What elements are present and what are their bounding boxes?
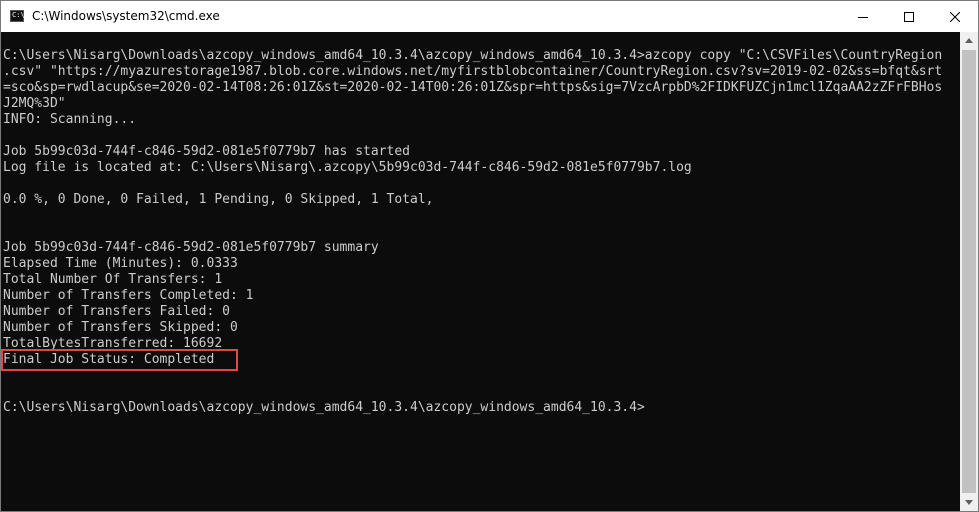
window-title: C:\Windows\system32\cmd.exe xyxy=(32,9,220,23)
app-icon-label: C:\ xyxy=(12,11,25,19)
highlight-box xyxy=(1,349,238,371)
chevron-up-icon xyxy=(965,38,973,43)
console-line: Elapsed Time (Minutes): 0.0333 xyxy=(3,256,238,271)
close-icon xyxy=(950,11,960,22)
vertical-scrollbar[interactable] xyxy=(960,32,978,511)
console-line: Job 5b99c03d-744f-c846-59d2-081e5f0779b7… xyxy=(3,144,410,159)
title-bar[interactable]: C:\ C:\Windows\system32\cmd.exe xyxy=(1,1,978,32)
console-line: Total Number Of Transfers: 1 xyxy=(3,272,223,287)
scroll-up-button[interactable] xyxy=(960,32,978,49)
console-line: Number of Transfers Completed: 1 xyxy=(3,288,254,303)
cmd-window: C:\ C:\Windows\system32\cmd.exe C:\Users… xyxy=(0,0,979,512)
chevron-down-icon xyxy=(965,500,973,505)
scroll-down-button[interactable] xyxy=(960,494,978,511)
close-button[interactable] xyxy=(932,1,978,32)
cmd-app-icon[interactable]: C:\ xyxy=(10,10,25,22)
console-line: Job 5b99c03d-744f-c846-59d2-081e5f0779b7… xyxy=(3,240,379,255)
minimize-button[interactable] xyxy=(840,1,886,32)
maximize-button[interactable] xyxy=(886,1,932,32)
scrollbar-thumb[interactable] xyxy=(962,50,976,493)
console-line: C:\Users\Nisarg\Downloads\azcopy_windows… xyxy=(3,48,943,63)
prompt-line: C:\Users\Nisarg\Downloads\azcopy_windows… xyxy=(3,400,645,415)
minimize-icon xyxy=(858,16,868,18)
console-line: Log file is located at: C:\Users\Nisarg\… xyxy=(3,160,692,175)
console-line: J2MQ%3D" xyxy=(3,96,66,111)
console-output[interactable]: C:\Users\Nisarg\Downloads\azcopy_windows… xyxy=(1,32,960,511)
console-line: Number of Transfers Failed: 0 xyxy=(3,304,230,319)
console-line: 0.0 %, 0 Done, 0 Failed, 1 Pending, 0 Sk… xyxy=(3,192,434,207)
maximize-icon xyxy=(904,11,914,22)
console-line: .csv" "https://myazurestorage1987.blob.c… xyxy=(3,64,943,79)
console-line: INFO: Scanning... xyxy=(3,112,137,127)
console-line: =sco&sp=rwdlacup&se=2020-02-14T08:26:01Z… xyxy=(3,80,943,95)
console-line: Number of Transfers Skipped: 0 xyxy=(3,320,238,335)
